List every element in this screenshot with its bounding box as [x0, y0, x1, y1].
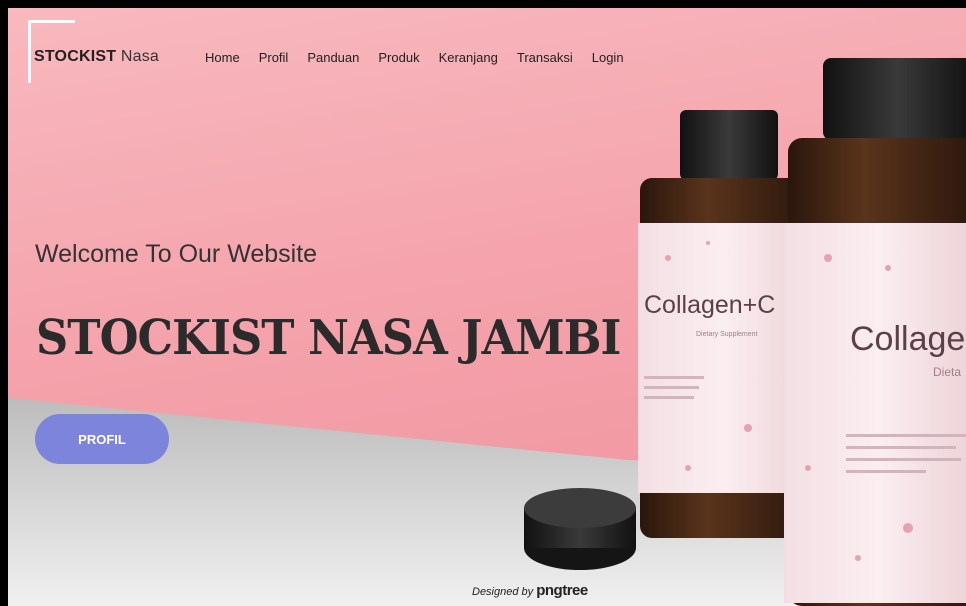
bottle-left-cap — [680, 110, 778, 180]
hero-title: STOCKIST NASA JAMBI — [36, 310, 621, 366]
nav-item-panduan[interactable]: Panduan — [307, 50, 359, 65]
bottle-right-text: Collage — [850, 320, 965, 358]
nav-item-login[interactable]: Login — [592, 50, 624, 65]
welcome-text: Welcome To Our Website — [35, 240, 318, 268]
nav-item-produk[interactable]: Produk — [378, 50, 419, 65]
nav-item-profil[interactable]: Profil — [259, 50, 289, 65]
bottle-left-text: Collagen+C — [644, 291, 775, 319]
nav-item-keranjang[interactable]: Keranjang — [439, 50, 498, 65]
image-credit: Designed by pngtree — [472, 582, 588, 599]
nav-item-transaksi[interactable]: Transaksi — [517, 50, 573, 65]
hero-section: Collagen+C Dietary Supplement Collage Di… — [8, 8, 966, 606]
nav-item-home[interactable]: Home — [205, 50, 240, 65]
site-logo[interactable]: STOCKIST Nasa — [34, 48, 159, 66]
product-bottles-image: Collagen+C Dietary Supplement Collage Di… — [524, 58, 966, 606]
bottle-left-subtext: Dietary Supplement — [696, 331, 758, 338]
bottle-right-label — [784, 223, 966, 603]
navbar: STOCKIST Nasa Home Profil Panduan Produk… — [8, 48, 966, 72]
bottle-right-subtext: Dieta — [933, 365, 961, 379]
nav-menu: Home Profil Panduan Produk Keranjang Tra… — [205, 50, 643, 65]
profil-button[interactable]: PROFIL — [35, 414, 169, 464]
